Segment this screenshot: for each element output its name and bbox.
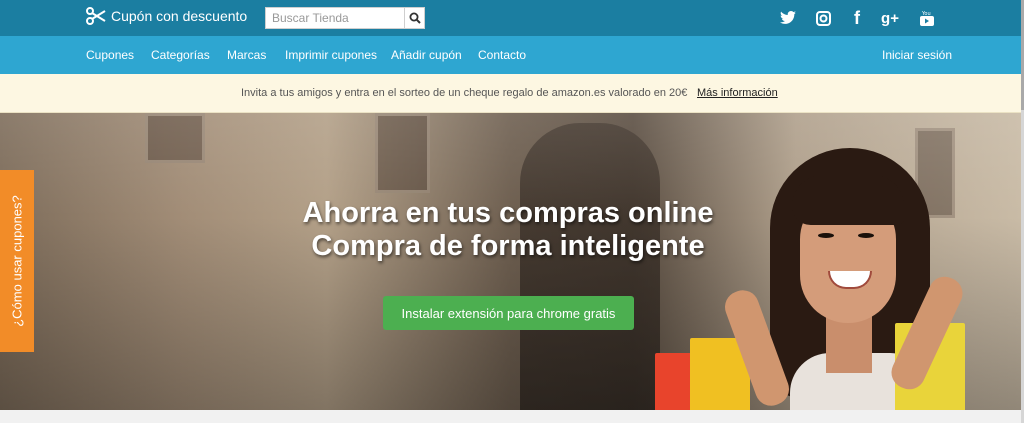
scissors-icon xyxy=(86,7,106,25)
search-input[interactable] xyxy=(265,7,404,29)
facebook-icon[interactable]: f xyxy=(847,8,867,28)
hero-banner: Ahorra en tus compras online Compra de f… xyxy=(0,113,1021,410)
how-to-use-tab[interactable]: ¿Cómo usar cupones? xyxy=(0,170,34,352)
nav-anadir-cupon[interactable]: Añadir cupón xyxy=(391,36,462,74)
svg-text:You: You xyxy=(921,11,931,17)
hero-title-line1: Ahorra en tus compras online xyxy=(302,197,714,229)
youtube-icon[interactable]: You xyxy=(917,8,937,28)
promo-text: Invita a tus amigos y entra en el sorteo… xyxy=(241,87,688,99)
nav-cupones[interactable]: Cupones xyxy=(86,36,134,74)
google-plus-icon[interactable]: g+ xyxy=(880,8,900,28)
more-info-link[interactable]: Más información xyxy=(697,87,778,99)
nav-categorias[interactable]: Categorías xyxy=(151,36,210,74)
main-nav: Cupones Categorías Marcas Imprimir cupon… xyxy=(0,36,1024,74)
instagram-icon[interactable] xyxy=(813,8,833,28)
store-search xyxy=(265,7,425,29)
nav-marcas[interactable]: Marcas xyxy=(227,36,266,74)
twitter-icon[interactable] xyxy=(778,8,798,28)
page-bottom xyxy=(0,410,1021,423)
nav-contacto[interactable]: Contacto xyxy=(478,36,526,74)
nav-imprimir-cupones[interactable]: Imprimir cupones xyxy=(285,36,377,74)
brand-name: Cupón con descuento xyxy=(111,8,248,24)
promo-notice: Invita a tus amigos y entra en el sorteo… xyxy=(0,74,1024,113)
search-button[interactable] xyxy=(404,7,425,29)
how-to-use-label: ¿Cómo usar cupones? xyxy=(9,195,25,327)
hero-title-line2: Compra de forma inteligente xyxy=(311,230,705,262)
brand-logo[interactable]: Cupón con descuento xyxy=(86,7,247,25)
search-icon xyxy=(409,12,421,24)
install-extension-button[interactable]: Instalar extensión para chrome gratis xyxy=(383,296,634,330)
login-link[interactable]: Iniciar sesión xyxy=(882,36,952,74)
top-bar: Cupón con descuento f g+ You xyxy=(0,0,1024,36)
